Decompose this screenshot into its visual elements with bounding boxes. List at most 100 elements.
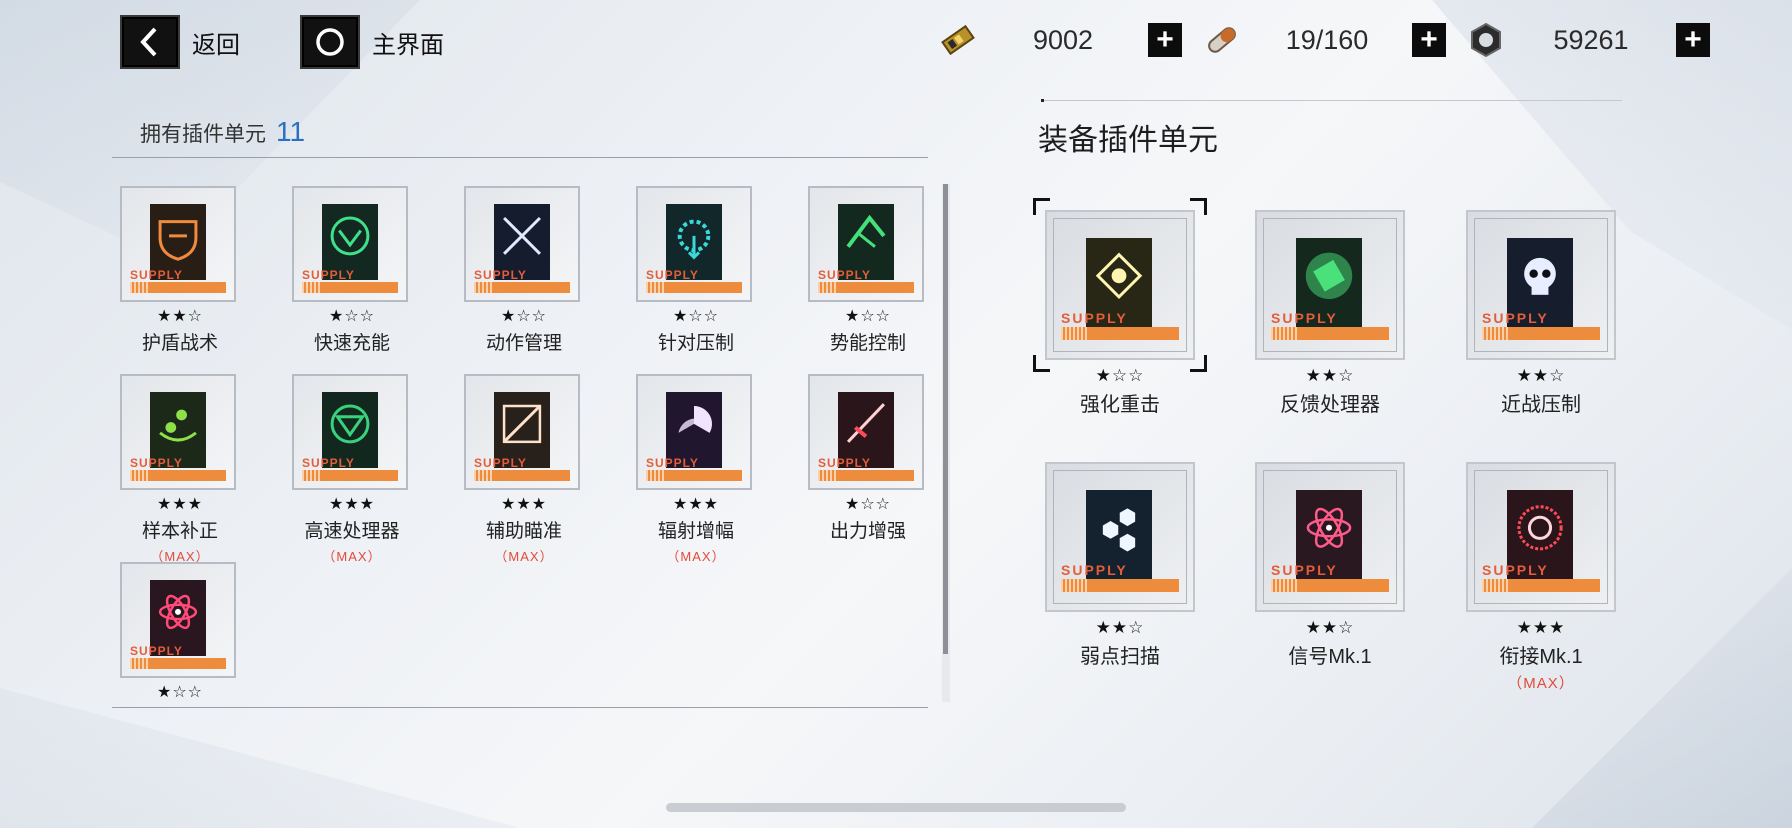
max-badge: （MAX） xyxy=(1507,675,1575,692)
equipped-plugin-card[interactable]: SUPPLY ★★☆ 反馈处理器 xyxy=(1255,210,1405,420)
owned-bottom-divider xyxy=(112,707,928,708)
currency-capsule: 19/160 + xyxy=(1202,18,1446,62)
rarity-stars: ★★★ xyxy=(1516,618,1566,637)
plugin-frame: SUPPLY xyxy=(120,374,236,490)
plugin-name: 衔接Mk.1 xyxy=(1499,646,1583,668)
supply-bar xyxy=(646,282,742,293)
max-badge: （MAX） xyxy=(666,549,726,564)
plugin-name: 反馈处理器 xyxy=(1280,394,1380,416)
selection-corner xyxy=(1190,198,1207,215)
currency-gear: 59261 + xyxy=(1466,18,1710,62)
equipped-plugin-card[interactable]: SUPPLY ★★☆ 弱点扫描 xyxy=(1045,462,1195,672)
owned-plugin-card[interactable]: SUPPLY ★☆☆ xyxy=(120,562,240,705)
supply-label: SUPPLY xyxy=(1061,562,1128,578)
supply-label: SUPPLY xyxy=(646,268,699,282)
gear-value: 59261 xyxy=(1553,24,1629,55)
plugin-frame: SUPPLY xyxy=(120,186,236,302)
add-capsule-button[interactable]: + xyxy=(1412,23,1446,57)
capsule-icon xyxy=(1202,20,1242,60)
rarity-stars: ★★☆ xyxy=(156,308,204,325)
equipped-title: 装备插件单元 xyxy=(1038,124,1218,157)
equipped-plugin-card[interactable]: SUPPLY ★★★ 衔接Mk.1 （MAX） xyxy=(1466,462,1616,693)
rarity-stars: ★★★ xyxy=(156,496,204,513)
supply-bar xyxy=(1271,579,1389,592)
supply-label: SUPPLY xyxy=(302,456,355,470)
plugin-name: 快速充能 xyxy=(313,333,390,354)
supply-bar xyxy=(1482,327,1600,340)
plugin-name: 弱点扫描 xyxy=(1080,646,1160,668)
rarity-stars: ★★★ xyxy=(328,496,376,513)
plugin-name: 辅助瞄准 xyxy=(485,521,562,542)
supply-bar xyxy=(1061,579,1179,592)
supply-label: SUPPLY xyxy=(130,456,183,470)
plugin-frame: SUPPLY xyxy=(1045,462,1195,612)
owned-plugin-card[interactable]: SUPPLY ★☆☆ 针对压制 xyxy=(636,186,756,358)
supply-bar xyxy=(1271,327,1389,340)
rarity-stars: ★★☆ xyxy=(1095,618,1145,637)
plugin-name: 针对压制 xyxy=(657,333,734,354)
supply-bar xyxy=(302,282,398,293)
owned-plugin-card[interactable]: SUPPLY ★★☆ 护盾战术 xyxy=(120,186,240,358)
plugin-frame: SUPPLY xyxy=(1466,210,1616,360)
back-button[interactable]: 返回 xyxy=(120,15,240,69)
rarity-stars: ★☆☆ xyxy=(500,308,548,325)
supply-bar xyxy=(1482,579,1600,592)
supply-label: SUPPLY xyxy=(818,268,871,282)
owned-plugin-card[interactable]: SUPPLY ★★★ 样本补正 （MAX） xyxy=(120,374,240,565)
supply-label: SUPPLY xyxy=(1482,310,1549,326)
home-button[interactable]: 主界面 xyxy=(300,15,444,69)
max-badge: （MAX） xyxy=(494,549,554,564)
plugin-frame: SUPPLY xyxy=(1255,462,1405,612)
home-indicator[interactable] xyxy=(666,803,1126,812)
supply-label: SUPPLY xyxy=(1271,562,1338,578)
equipped-plugin-card[interactable]: SUPPLY ★★☆ 信号Mk.1 xyxy=(1255,462,1405,672)
equipped-plugin-card[interactable]: SUPPLY ★★☆ 近战压制 xyxy=(1466,210,1616,420)
owned-label: 拥有插件单元 xyxy=(140,123,266,146)
owned-plugin-card[interactable]: SUPPLY ★☆☆ 快速充能 xyxy=(292,186,412,358)
plugin-frame: SUPPLY xyxy=(636,374,752,490)
gear-nut-icon xyxy=(1466,20,1506,60)
plugin-name: 样本补正 xyxy=(141,521,218,542)
supply-bar xyxy=(646,470,742,481)
plugin-name: 近战压制 xyxy=(1501,394,1581,416)
owned-plugin-card[interactable]: SUPPLY ★☆☆ 势能控制 xyxy=(808,186,928,358)
owned-plugin-card[interactable]: SUPPLY ★★★ 辐射增幅 （MAX） xyxy=(636,374,756,565)
plugin-name: 强化重击 xyxy=(1080,394,1160,416)
max-badge: （MAX） xyxy=(322,549,382,564)
owned-header: 拥有插件单元 11 xyxy=(140,116,305,148)
selection-corner xyxy=(1033,198,1050,215)
owned-plugin-card[interactable]: SUPPLY ★☆☆ 出力增强 xyxy=(808,374,928,546)
supply-bar xyxy=(474,470,570,481)
plugin-frame: SUPPLY xyxy=(808,186,924,302)
plugin-name: 护盾战术 xyxy=(141,333,218,354)
selection-corner xyxy=(1190,355,1207,372)
supply-label: SUPPLY xyxy=(1061,310,1128,326)
supply-bar xyxy=(818,282,914,293)
supply-bar xyxy=(474,282,570,293)
chevron-left-icon xyxy=(120,15,180,69)
supply-bar xyxy=(130,470,226,481)
owned-plugin-card[interactable]: SUPPLY ★☆☆ 动作管理 xyxy=(464,186,584,358)
equipped-plugin-card[interactable]: SUPPLY ★☆☆ 强化重击 xyxy=(1033,198,1207,420)
owned-scrollbar[interactable] xyxy=(942,184,950,702)
selection-corner xyxy=(1033,355,1050,372)
plugin-frame: SUPPLY xyxy=(464,186,580,302)
supply-label: SUPPLY xyxy=(130,268,183,282)
scrollbar-thumb[interactable] xyxy=(943,184,948,654)
capsule-value: 19/160 xyxy=(1285,24,1369,55)
owned-plugin-card[interactable]: SUPPLY ★★★ 高速处理器 （MAX） xyxy=(292,374,412,565)
add-gear-button[interactable]: + xyxy=(1676,23,1710,57)
owned-top-divider xyxy=(112,157,928,158)
supply-label: SUPPLY xyxy=(474,456,527,470)
supply-label: SUPPLY xyxy=(302,268,355,282)
add-battery-button[interactable]: + xyxy=(1148,23,1182,57)
rarity-stars: ★★☆ xyxy=(1305,618,1355,637)
supply-label: SUPPLY xyxy=(818,456,871,470)
plugin-frame: SUPPLY xyxy=(292,186,408,302)
plugin-frame: SUPPLY xyxy=(464,374,580,490)
rarity-stars: ★★☆ xyxy=(1305,366,1355,385)
owned-plugin-card[interactable]: SUPPLY ★★★ 辅助瞄准 （MAX） xyxy=(464,374,584,565)
supply-label: SUPPLY xyxy=(1271,310,1338,326)
plugin-frame: SUPPLY xyxy=(120,562,236,678)
rarity-stars: ★☆☆ xyxy=(328,308,376,325)
